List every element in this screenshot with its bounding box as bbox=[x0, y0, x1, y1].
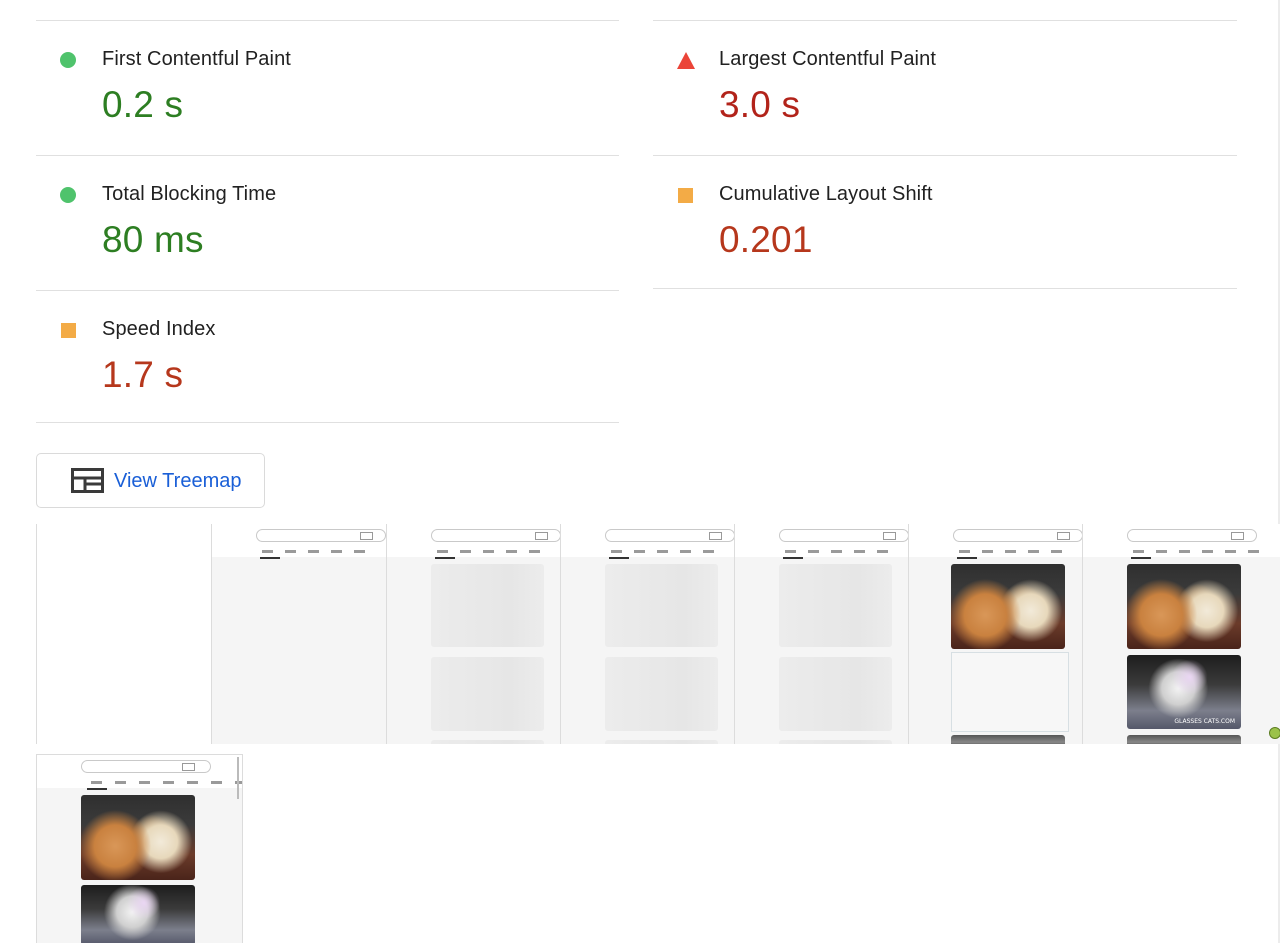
metric-total-blocking-time: Total Blocking Time 80 ms bbox=[36, 155, 619, 290]
average-square-icon bbox=[61, 323, 76, 338]
treemap-icon bbox=[71, 468, 104, 493]
metric-speed-index: Speed Index 1.7 s bbox=[36, 290, 619, 423]
average-square-icon bbox=[678, 188, 693, 203]
metric-value: 3.0 s bbox=[719, 84, 801, 125]
image-placeholder bbox=[951, 652, 1069, 732]
metric-title: Speed Index bbox=[102, 318, 216, 340]
metric-value: 0.2 s bbox=[102, 84, 184, 125]
metric-title: First Contentful Paint bbox=[102, 48, 291, 70]
cat-photo bbox=[1127, 735, 1241, 744]
filmstrip-frame bbox=[908, 524, 1082, 744]
fail-triangle-icon bbox=[677, 52, 695, 69]
filmstrip-frame bbox=[560, 524, 734, 744]
metric-cumulative-layout-shift: Cumulative Layout Shift 0.201 bbox=[653, 155, 1237, 289]
metric-first-contentful-paint: First Contentful Paint 0.2 s bbox=[36, 20, 619, 155]
filmstrip-frame bbox=[734, 524, 908, 744]
metric-title: Total Blocking Time bbox=[102, 183, 277, 205]
view-treemap-label: View Treemap bbox=[114, 470, 242, 492]
filmstrip-frame: GLASSES CATS.COM bbox=[1082, 524, 1280, 744]
metric-value: 80 ms bbox=[102, 219, 204, 260]
cat-photo bbox=[951, 564, 1065, 649]
cat-photo bbox=[951, 735, 1065, 744]
filmstrip-frame-final bbox=[36, 754, 243, 943]
filmstrip-frame bbox=[386, 524, 560, 744]
pass-circle-icon bbox=[60, 52, 76, 68]
metric-title: Cumulative Layout Shift bbox=[719, 183, 933, 205]
divider bbox=[36, 422, 619, 423]
cat-photo bbox=[81, 885, 195, 943]
metric-largest-contentful-paint: Largest Contentful Paint 3.0 s bbox=[653, 20, 1237, 155]
cat-photo: GLASSES CATS.COM bbox=[1127, 655, 1241, 729]
metric-title: Largest Contentful Paint bbox=[719, 48, 936, 70]
metric-value: 1.7 s bbox=[102, 354, 184, 395]
cat-photo bbox=[81, 795, 195, 880]
filmstrip-frame bbox=[211, 524, 386, 744]
view-treemap-button[interactable]: View Treemap bbox=[36, 453, 265, 508]
cat-photo bbox=[1127, 564, 1241, 649]
filmstrip-frame bbox=[36, 524, 211, 744]
divider bbox=[653, 288, 1237, 289]
emoji-icon bbox=[1269, 727, 1280, 739]
pass-circle-icon bbox=[60, 187, 76, 203]
metric-value: 0.201 bbox=[719, 219, 813, 260]
